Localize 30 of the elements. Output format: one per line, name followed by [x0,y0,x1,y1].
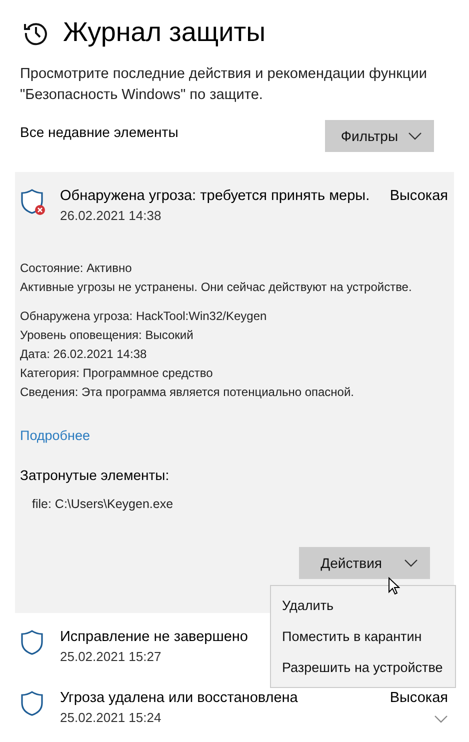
detail-text: Уровень оповещения: Высокий [20,327,194,344]
chevron-down-icon [408,132,422,140]
page-title: Журнал защиты [63,17,266,48]
menu-item[interactable]: Разрешить на устройстве [271,652,455,683]
event-title: Исправление не завершено [60,629,248,645]
more-info-link[interactable]: Подробнее [20,428,90,443]
event-date: 25.02.2021 15:27 [60,649,162,664]
detail-text: Дата: 26.02.2021 14:38 [20,346,148,363]
detail-text: Обнаружена угроза: HackTool:Win32/Keygen [20,308,268,325]
menu-item[interactable]: Поместить в карантин [271,621,455,652]
expand-chevron-icon [434,715,448,723]
detail-text: Сведения: Эта программа является потенциально опасной. [20,384,356,401]
event-title: Угроза удалена или восстановлена [60,690,298,706]
detail-text: Категория: Программное средство [20,365,214,382]
page-description: Просмотрите последние действия и рекомендации функции "Безопасность Windows" по защите. [20,65,428,105]
severity-label: Высокая [390,188,448,204]
chevron-down-icon [404,559,418,567]
menu-item[interactable]: Удалить [271,590,455,621]
affected-file: file: C:\Users\Keygen.exe [32,497,174,511]
section-label: Все недавние элементы [20,124,178,140]
cursor-icon [388,577,400,595]
status-text: Состояние: Активно [20,260,133,277]
event-date: 25.02.2021 15:24 [60,710,162,727]
event-title: Обнаружена угроза: требуется принять меры. [60,188,370,204]
affected-heading: Затронутые элементы: [20,467,170,483]
event-date: 26.02.2021 14:38 [60,208,162,223]
severity-label: Высокая [390,690,448,706]
filters-button[interactable]: Фильтры [324,120,434,152]
actions-button[interactable]: Действия [298,547,430,579]
status-text: Активные угрозы не устранены. Они сейчас действуют на устройстве. [20,279,413,296]
